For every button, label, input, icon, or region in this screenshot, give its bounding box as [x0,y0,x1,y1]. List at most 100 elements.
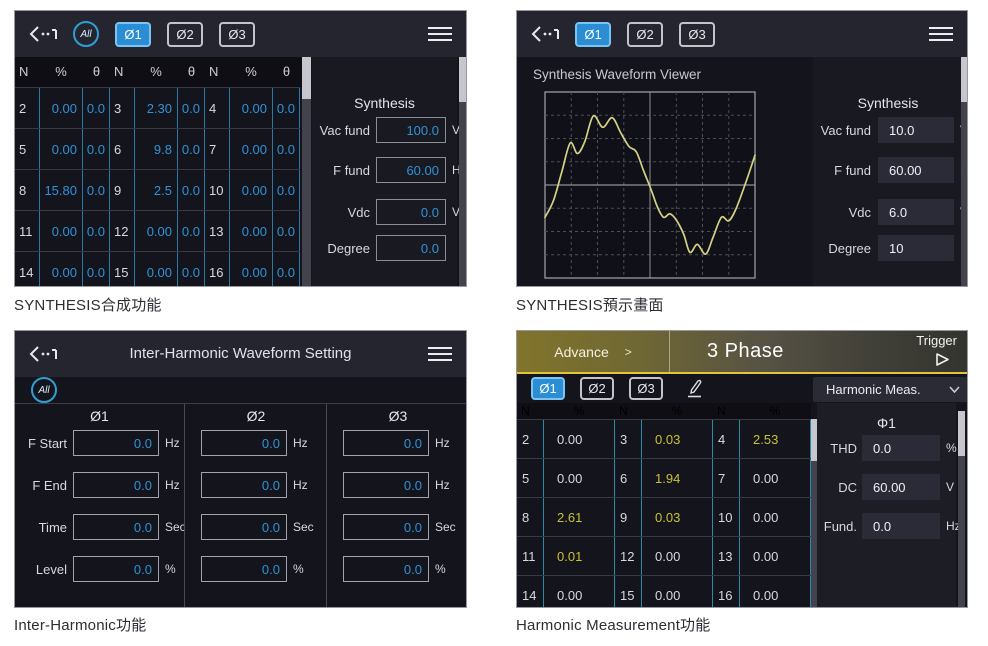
degree-input[interactable]: 10 [878,235,954,261]
level-input[interactable]: 0.0 [73,556,159,582]
pane-scrollbar[interactable] [961,57,968,287]
f-end-input[interactable]: 0.0 [201,472,287,498]
f-end-input[interactable]: 0.0 [343,472,429,498]
trigger-button[interactable] [935,352,951,367]
menu-icon[interactable] [929,26,953,42]
cell-percent[interactable]: 0.00 [39,211,83,251]
cell-theta[interactable]: 0.0 [83,129,110,169]
tab-phase-1[interactable]: Ø1 [575,22,611,47]
cell-percent[interactable]: 0.00 [134,211,178,251]
tab-phase-2[interactable]: Ø2 [627,22,663,47]
cell-theta[interactable]: 0.0 [178,211,205,251]
pane-scrollbar[interactable] [459,57,466,287]
cell-harmonic-n: 7 [713,459,739,497]
tab-phase-1[interactable]: Ø1 [531,377,565,400]
cell-percent[interactable]: 0.00 [39,129,83,169]
col-header-theta: θ [83,57,110,87]
caption-synthesis: SYNTHESIS合成功能 [14,294,162,315]
f-end-input[interactable]: 0.0 [73,472,159,498]
harmonic-table-header: N % θ N % θ N % θ [15,57,311,87]
measurement-table: 20.00 30.03 42.53 50.00 61.94 70.00 82.6… [517,419,811,608]
f-start-input[interactable]: 0.0 [201,430,287,456]
tab-phase-3[interactable]: Ø3 [679,22,715,47]
cell-harmonic-n: 14 [15,252,39,287]
cell-theta[interactable]: 0.0 [273,129,300,169]
degree-input[interactable]: 0.0 [376,235,446,261]
breadcrumb[interactable]: Advance > [517,331,670,372]
all-phases-button[interactable]: All [31,377,57,403]
field-value: 0.0 [404,520,422,535]
cell-theta[interactable]: 0.0 [273,252,300,287]
back-icon[interactable] [29,24,59,44]
level-input[interactable]: 0.0 [201,556,287,582]
vac-fund-input[interactable]: 10.0 [878,117,954,143]
table-row: 140.00 150.00 160.00 [517,575,811,608]
cell-theta[interactable]: 0.0 [83,170,110,210]
measurement-mode-dropdown[interactable]: Harmonic Meas. [813,377,968,402]
title-bar: Ø1 Ø2 Ø3 [517,11,967,57]
cell-percent[interactable]: 0.00 [39,88,83,128]
advance-header: Advance > 3 Phase Trigger [517,331,967,372]
cell-theta[interactable]: 0.0 [83,88,110,128]
cell-percent[interactable]: 15.80 [39,170,83,210]
trigger-label: Trigger [916,333,957,348]
scrollbar-thumb[interactable] [459,57,466,102]
back-icon[interactable] [531,24,561,44]
cell-theta[interactable]: 0.0 [273,88,300,128]
cell-percent[interactable]: 0.00 [229,252,273,287]
f-fund-input[interactable]: 60.00 [878,157,954,183]
cell-theta[interactable]: 0.0 [178,129,205,169]
vdc-input[interactable]: 0.0 [376,199,446,225]
field-label: Time [15,520,67,535]
cell-percent[interactable]: 0.00 [229,88,273,128]
time-input[interactable]: 0.0 [73,514,159,540]
cell-theta[interactable]: 0.0 [83,211,110,251]
cell-percent[interactable]: 0.00 [229,211,273,251]
cell-percent[interactable]: 2.5 [134,170,178,210]
cell-theta[interactable]: 0.0 [178,252,205,287]
tab-phase-3[interactable]: Ø3 [629,377,663,400]
cell-theta[interactable]: 0.0 [178,170,205,210]
cell-percent[interactable]: 2.30 [134,88,178,128]
field-value: 10 [889,241,903,256]
all-phases-button[interactable]: All [73,21,99,47]
col-header-n: N [517,403,543,419]
time-input[interactable]: 0.0 [343,514,429,540]
cell-percent[interactable]: 0.00 [229,170,273,210]
time-input[interactable]: 0.0 [201,514,287,540]
column-header: Ø3 [327,408,467,424]
cell-percent: 1.94 [641,459,713,497]
cell-percent[interactable]: 0.00 [134,252,178,287]
field-label: Degree [813,241,871,256]
scrollbar-thumb[interactable] [958,411,965,456]
f-fund-input[interactable]: 60.00 [376,157,446,183]
cell-percent[interactable]: 0.00 [229,129,273,169]
tab-phase-2[interactable]: Ø2 [580,377,614,400]
cell-theta[interactable]: 0.0 [178,88,205,128]
col-header-theta: θ [178,57,205,87]
cell-theta[interactable]: 0.0 [83,252,110,287]
menu-icon[interactable] [428,26,452,42]
pane-scrollbar[interactable] [958,411,965,607]
table-scrollbar[interactable] [302,57,311,287]
caption-harmonic-measurement: Harmonic Measurement功能 [516,614,710,635]
level-input[interactable]: 0.0 [343,556,429,582]
field-value: 0.0 [404,562,422,577]
cell-percent[interactable]: 9.8 [134,129,178,169]
f-start-input[interactable]: 0.0 [343,430,429,456]
scrollbar-thumb[interactable] [961,57,968,102]
edit-pencil-icon[interactable] [684,378,706,400]
breadcrumb-menu[interactable]: Advance [554,344,608,360]
vdc-input[interactable]: 6.0 [878,199,954,225]
all-row: All [15,377,466,404]
cell-theta[interactable]: 0.0 [273,170,300,210]
scrollbar-thumb[interactable] [302,57,311,99]
tab-phase-2[interactable]: Ø2 [167,22,203,47]
cell-harmonic-n: 2 [15,88,39,128]
vac-fund-input[interactable]: 100.0 [376,117,446,143]
cell-percent[interactable]: 0.00 [39,252,83,287]
f-start-input[interactable]: 0.0 [73,430,159,456]
tab-phase-1[interactable]: Ø1 [115,22,151,47]
tab-phase-3[interactable]: Ø3 [219,22,255,47]
cell-theta[interactable]: 0.0 [273,211,300,251]
